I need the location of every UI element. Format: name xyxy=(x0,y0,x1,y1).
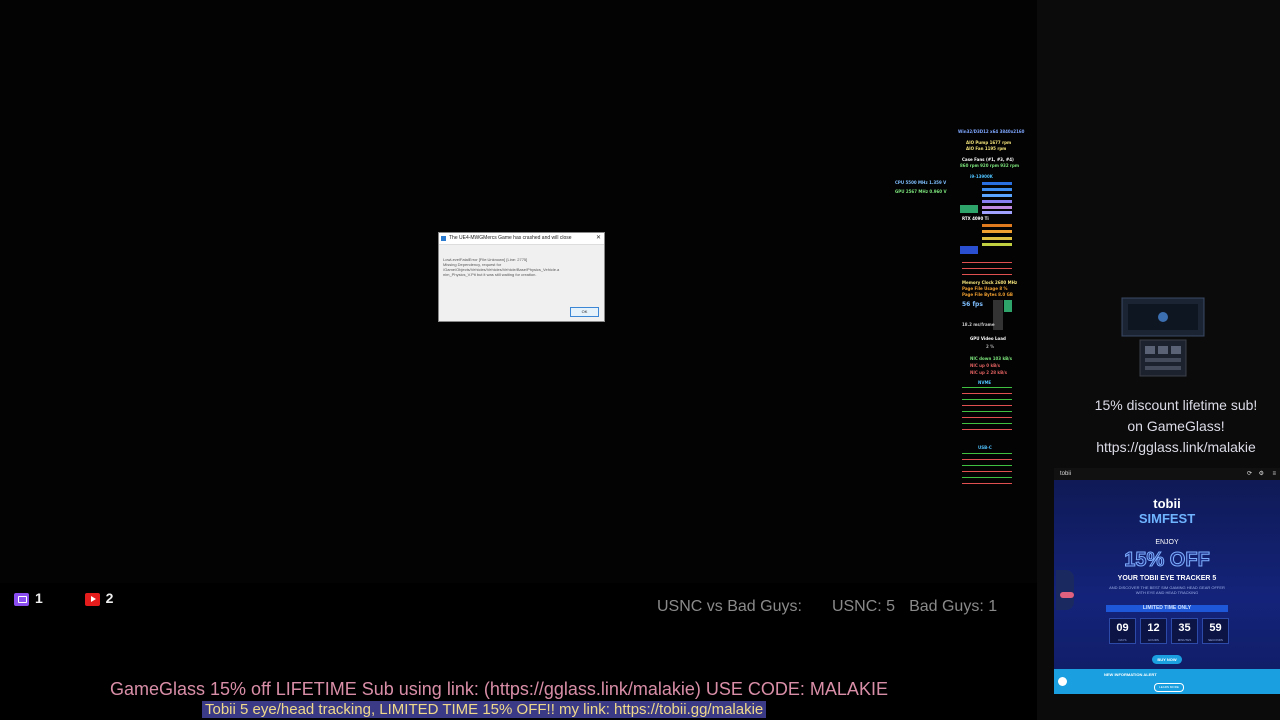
tobii-ad-footer: NEW INFORMATION ALERT LEARN MORE xyxy=(1054,669,1280,694)
tobii-ticker: Tobii 5 eye/head tracking, LIMITED TIME … xyxy=(202,701,767,718)
buy-now-button[interactable]: BUY NOW xyxy=(1152,655,1182,664)
dialog-titlebar: The UE4-MWGMercs Game has crashed and wi… xyxy=(439,233,604,245)
tobii-discount: 15% OFF xyxy=(1124,549,1211,572)
overlay-net-up-2: NIC up 2 28 kB/s xyxy=(970,370,1007,375)
overlay-divider-1 xyxy=(962,262,1012,263)
score-usnc: USNC: 5 xyxy=(831,598,896,615)
overlay-case-fans-rpm: 860 rpm 920 rpm 932 rpm xyxy=(960,163,1020,168)
gameglass-line-1: 15% discount lifetime sub! xyxy=(1094,397,1258,413)
overlay-frametime: 18.2 ms/frame xyxy=(962,322,995,327)
menu-icon[interactable]: ≡ xyxy=(1272,468,1276,480)
tobii-brand: tobii xyxy=(1153,496,1181,511)
fps-graph-fill xyxy=(1004,300,1012,312)
cpu-bar-2 xyxy=(982,188,1012,191)
overlay-page-file-usage: Page File Usage 8 % xyxy=(962,286,1008,291)
crash-dialog: The UE4-MWGMercs Game has crashed and wi… xyxy=(438,232,605,322)
settings-icon[interactable]: ⚙ xyxy=(1259,468,1264,480)
gpu-bar-4 xyxy=(982,243,1012,246)
disk1-row-8 xyxy=(962,429,1012,430)
cpu-bar-3 xyxy=(982,194,1012,197)
cpu-bar-4 xyxy=(982,200,1012,203)
gameglass-ticker: GameGlass 15% off LIFETIME Sub using lin… xyxy=(110,679,888,699)
gameglass-link[interactable]: https://gglass.link/malakie xyxy=(1075,437,1277,458)
learn-more-button[interactable]: LEARN MORE xyxy=(1154,683,1184,692)
overlay-fps: 56 fps xyxy=(962,301,983,308)
overlay-aio-fan: AIO Fan 1195 rpm xyxy=(966,146,1007,151)
disk1-row-1 xyxy=(962,387,1012,388)
overlay-memory-clock: Memory Clock 2600 MHz xyxy=(962,280,1018,285)
tobii-enjoy: ENJOY xyxy=(1155,539,1179,546)
disk2-row-5 xyxy=(962,477,1012,478)
overlay-net-up-1: NIC up 0 kB/s xyxy=(970,363,1000,368)
refresh-icon[interactable]: ⟳ xyxy=(1247,468,1252,480)
cpu-temp-block xyxy=(960,205,978,213)
gpu-bar-1 xyxy=(982,224,1012,227)
gameglass-line-2: on GameGlass! xyxy=(1127,418,1225,434)
disk2-row-2 xyxy=(962,459,1012,460)
tobii-product: YOUR TOBII EYE TRACKER 5 xyxy=(1117,575,1217,582)
overlay-divider-2 xyxy=(962,268,1012,269)
disk1-row-2 xyxy=(962,393,1012,394)
disk1-row-7 xyxy=(962,423,1012,424)
overlay-aio-pump: AIO Pump 1677 rpm xyxy=(966,140,1012,145)
countdown-minutes: 35 MINUTES xyxy=(1171,618,1198,644)
gpu-bar-2 xyxy=(982,230,1012,233)
overlay-page-file-bytes: Page File Bytes 8.0 GB xyxy=(962,292,1013,297)
tobii-logo-icon xyxy=(1058,677,1067,686)
youtube-icon xyxy=(84,592,100,606)
countdown-hours: 12 HOURS xyxy=(1140,618,1167,644)
disk2-row-3 xyxy=(962,465,1012,466)
disk2-row-1 xyxy=(962,453,1012,454)
overlay-disk1-label: NVME xyxy=(978,380,992,385)
overlay-case-fans: Case Fans (#1, #3, #4) xyxy=(962,157,1014,162)
score-matchup: USNC vs Bad Guys: xyxy=(657,598,802,615)
overlay-gpu-video-load: GPU Video Load xyxy=(970,336,1006,341)
cpu-bar-6 xyxy=(982,211,1012,214)
tobii-bar-label: tobii xyxy=(1060,471,1072,477)
score-bad-guys: Bad Guys: 1 xyxy=(909,598,998,615)
disk2-row-6 xyxy=(962,483,1012,484)
disk2-row-4 xyxy=(962,471,1012,472)
tobii-subtext: AND DISCOVER THE BEST SIM GAMING HEAD GE… xyxy=(1109,585,1225,595)
tobii-event: SIMFEST xyxy=(1138,511,1196,526)
ok-button[interactable]: OK xyxy=(570,307,599,317)
viewer-counts: 1 2 xyxy=(14,590,113,606)
countdown-days: 09 DAYS xyxy=(1109,618,1136,644)
racing-sim-image xyxy=(1056,570,1074,610)
cpu-bar-5 xyxy=(982,206,1012,209)
gpu-bar-3 xyxy=(982,237,1012,240)
cpu-bar-1 xyxy=(982,182,1012,185)
close-icon[interactable]: ✕ xyxy=(596,233,601,244)
tobii-limited-banner: LIMITED TIME ONLY xyxy=(1106,605,1228,612)
twitch-viewer-count: 1 xyxy=(35,590,43,606)
headset-icon xyxy=(1060,592,1074,598)
overlay-gpu-clock: GPU 2567 MHz 0.960 V xyxy=(895,189,947,194)
tobii-ad-topbar: tobii ⟳ ⚙ ≡ xyxy=(1054,468,1280,480)
overlay-gpu-model: RTX 4090 Ti xyxy=(962,216,989,221)
youtube-viewer-count: 2 xyxy=(105,590,114,606)
countdown-seconds: 59 SECONDS xyxy=(1202,618,1229,644)
disk1-row-5 xyxy=(962,411,1012,412)
disk1-row-6 xyxy=(962,417,1012,418)
gameglass-promo: 15% discount lifetime sub! on GameGlass!… xyxy=(1075,395,1277,458)
dialog-title: The UE4-MWGMercs Game has crashed and wi… xyxy=(449,235,572,241)
gpu-temp-block xyxy=(960,246,978,254)
overlay-cpu-clock: CPU 5500 MHz 1.359 V xyxy=(895,180,947,185)
overlay-gpu-video-load-value: 2 % xyxy=(986,344,995,349)
app-icon xyxy=(441,236,446,241)
overlay-disk2-label: USB-C xyxy=(978,445,992,450)
overlay-cpu-model: i9-13900K xyxy=(970,174,993,179)
tobii-footer-text: NEW INFORMATION ALERT xyxy=(1104,672,1157,677)
gameglass-tablet-image xyxy=(1121,297,1205,377)
tobii-ad[interactable]: tobii SIMFEST ENJOY 15% OFF YOUR TOBII E… xyxy=(1054,480,1280,694)
dialog-message: LowLevelFatalError [File:Unknown] [Line:… xyxy=(443,257,560,277)
overlay-header: Win32/D3D12 x64 3840x2160 xyxy=(958,129,1025,134)
overlay-divider-3 xyxy=(962,274,1012,275)
twitch-icon xyxy=(14,592,29,606)
disk1-row-4 xyxy=(962,405,1012,406)
disk1-row-3 xyxy=(962,399,1012,400)
overlay-net-down: NIC down 103 kB/s xyxy=(970,356,1013,361)
scoreboard: USNC vs Bad Guys: USNC: 5 Bad Guys: 1 xyxy=(657,598,1027,616)
